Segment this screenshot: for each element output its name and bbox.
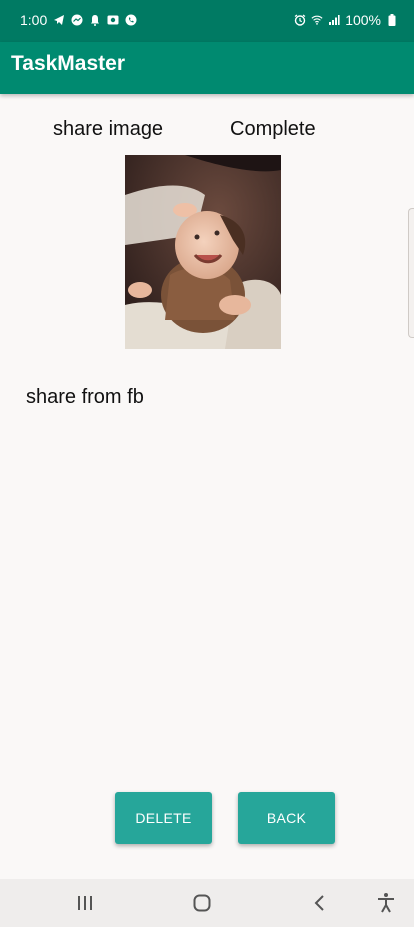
back-icon[interactable] [308, 891, 332, 915]
messenger-icon [71, 14, 83, 26]
telegram-icon [54, 15, 65, 25]
battery-icon [388, 14, 396, 26]
status-right: 100% [294, 12, 398, 28]
back-button[interactable]: BACK [238, 792, 335, 844]
scroll-edge-handle[interactable] [408, 208, 414, 338]
photo-icon [107, 15, 119, 25]
app-bar: TaskMaster [0, 42, 414, 94]
navigation-bar [0, 879, 414, 927]
alarm-icon [294, 14, 306, 26]
wifi-icon [311, 15, 323, 25]
recent-apps-icon[interactable] [73, 891, 97, 915]
task-image [125, 155, 281, 349]
status-left: 1:00 [20, 12, 137, 28]
accessibility-icon[interactable] [374, 891, 398, 915]
app-title: TaskMaster [11, 52, 126, 75]
status-time: 1:00 [20, 12, 48, 28]
status-bar: 1:00 100% [0, 0, 414, 42]
task-body: share from fb [26, 386, 144, 408]
task-state: Complete [230, 118, 316, 140]
home-icon[interactable] [190, 891, 214, 915]
baby-photo [125, 155, 281, 349]
task-title: share image [53, 118, 164, 140]
signal-icon [329, 15, 340, 25]
notification-bell-icon [91, 15, 100, 26]
phone-icon [125, 14, 137, 26]
battery-percent: 100% [345, 12, 381, 28]
delete-button[interactable]: DELETE [115, 792, 212, 844]
